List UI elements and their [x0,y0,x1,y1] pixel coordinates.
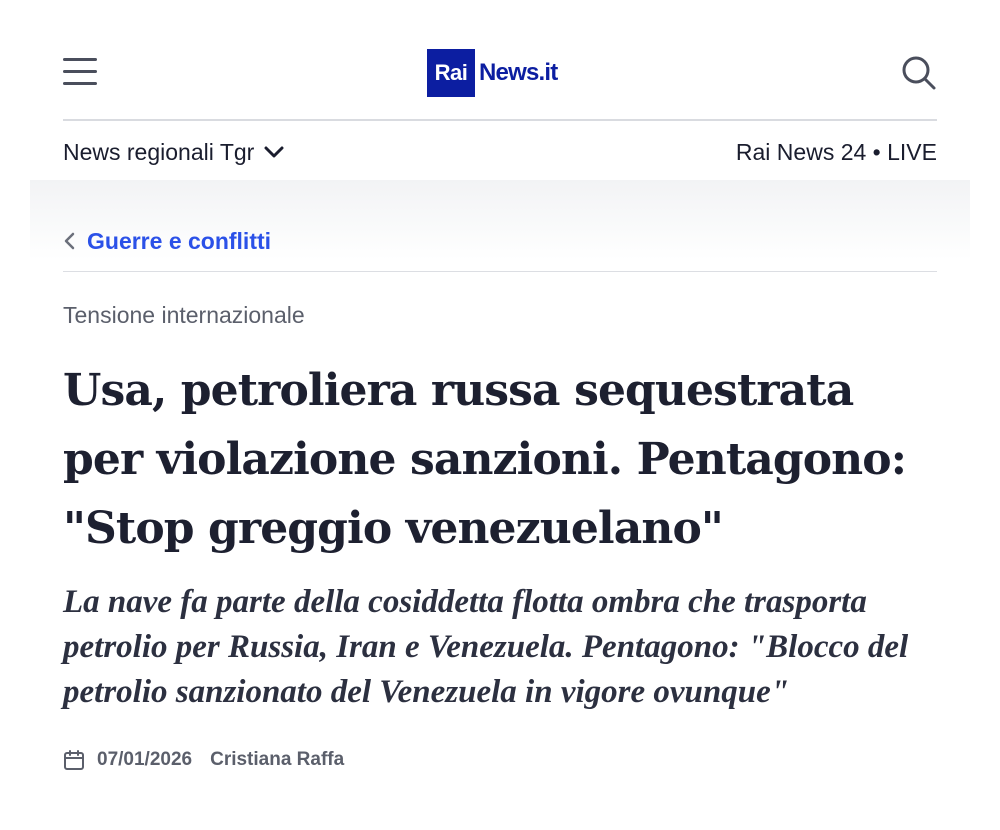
top-header: Rai News.it [63,40,937,106]
logo-text: News.it [479,59,558,86]
rainews-logo[interactable]: Rai News.it [427,49,558,97]
regional-news-label: News regionali Tgr [63,138,255,165]
chevron-left-icon [64,232,75,250]
header-divider [63,119,937,121]
sub-navigation: News regionali Tgr Rai News 24 • LIVE [63,130,937,174]
search-icon[interactable] [901,55,937,91]
regional-news-dropdown[interactable]: News regionali Tgr [63,139,284,166]
breadcrumb-divider [63,271,937,272]
article-headline: Usa, petroliera russa sequestrata per vi… [63,365,907,554]
hamburger-icon[interactable] [63,58,99,88]
article-subtitle: La nave fa parte della cosiddetta flotta… [63,584,909,710]
article-date: 07/01/2026 [97,749,193,770]
calendar-icon [64,750,84,770]
chevron-down-icon [264,146,284,158]
logo-box: Rai [427,49,475,97]
live-link[interactable]: Rai News 24 • LIVE [736,139,937,166]
article-author[interactable]: Cristiana Raffa [210,749,344,771]
article-meta: 07/01/2026 Cristiana Raffa [63,746,344,774]
breadcrumb-label: Guerre e conflitti [87,227,272,254]
article-kicker: Tensione internazionale [63,302,305,328]
breadcrumb[interactable]: Guerre e conflitti [63,222,271,260]
